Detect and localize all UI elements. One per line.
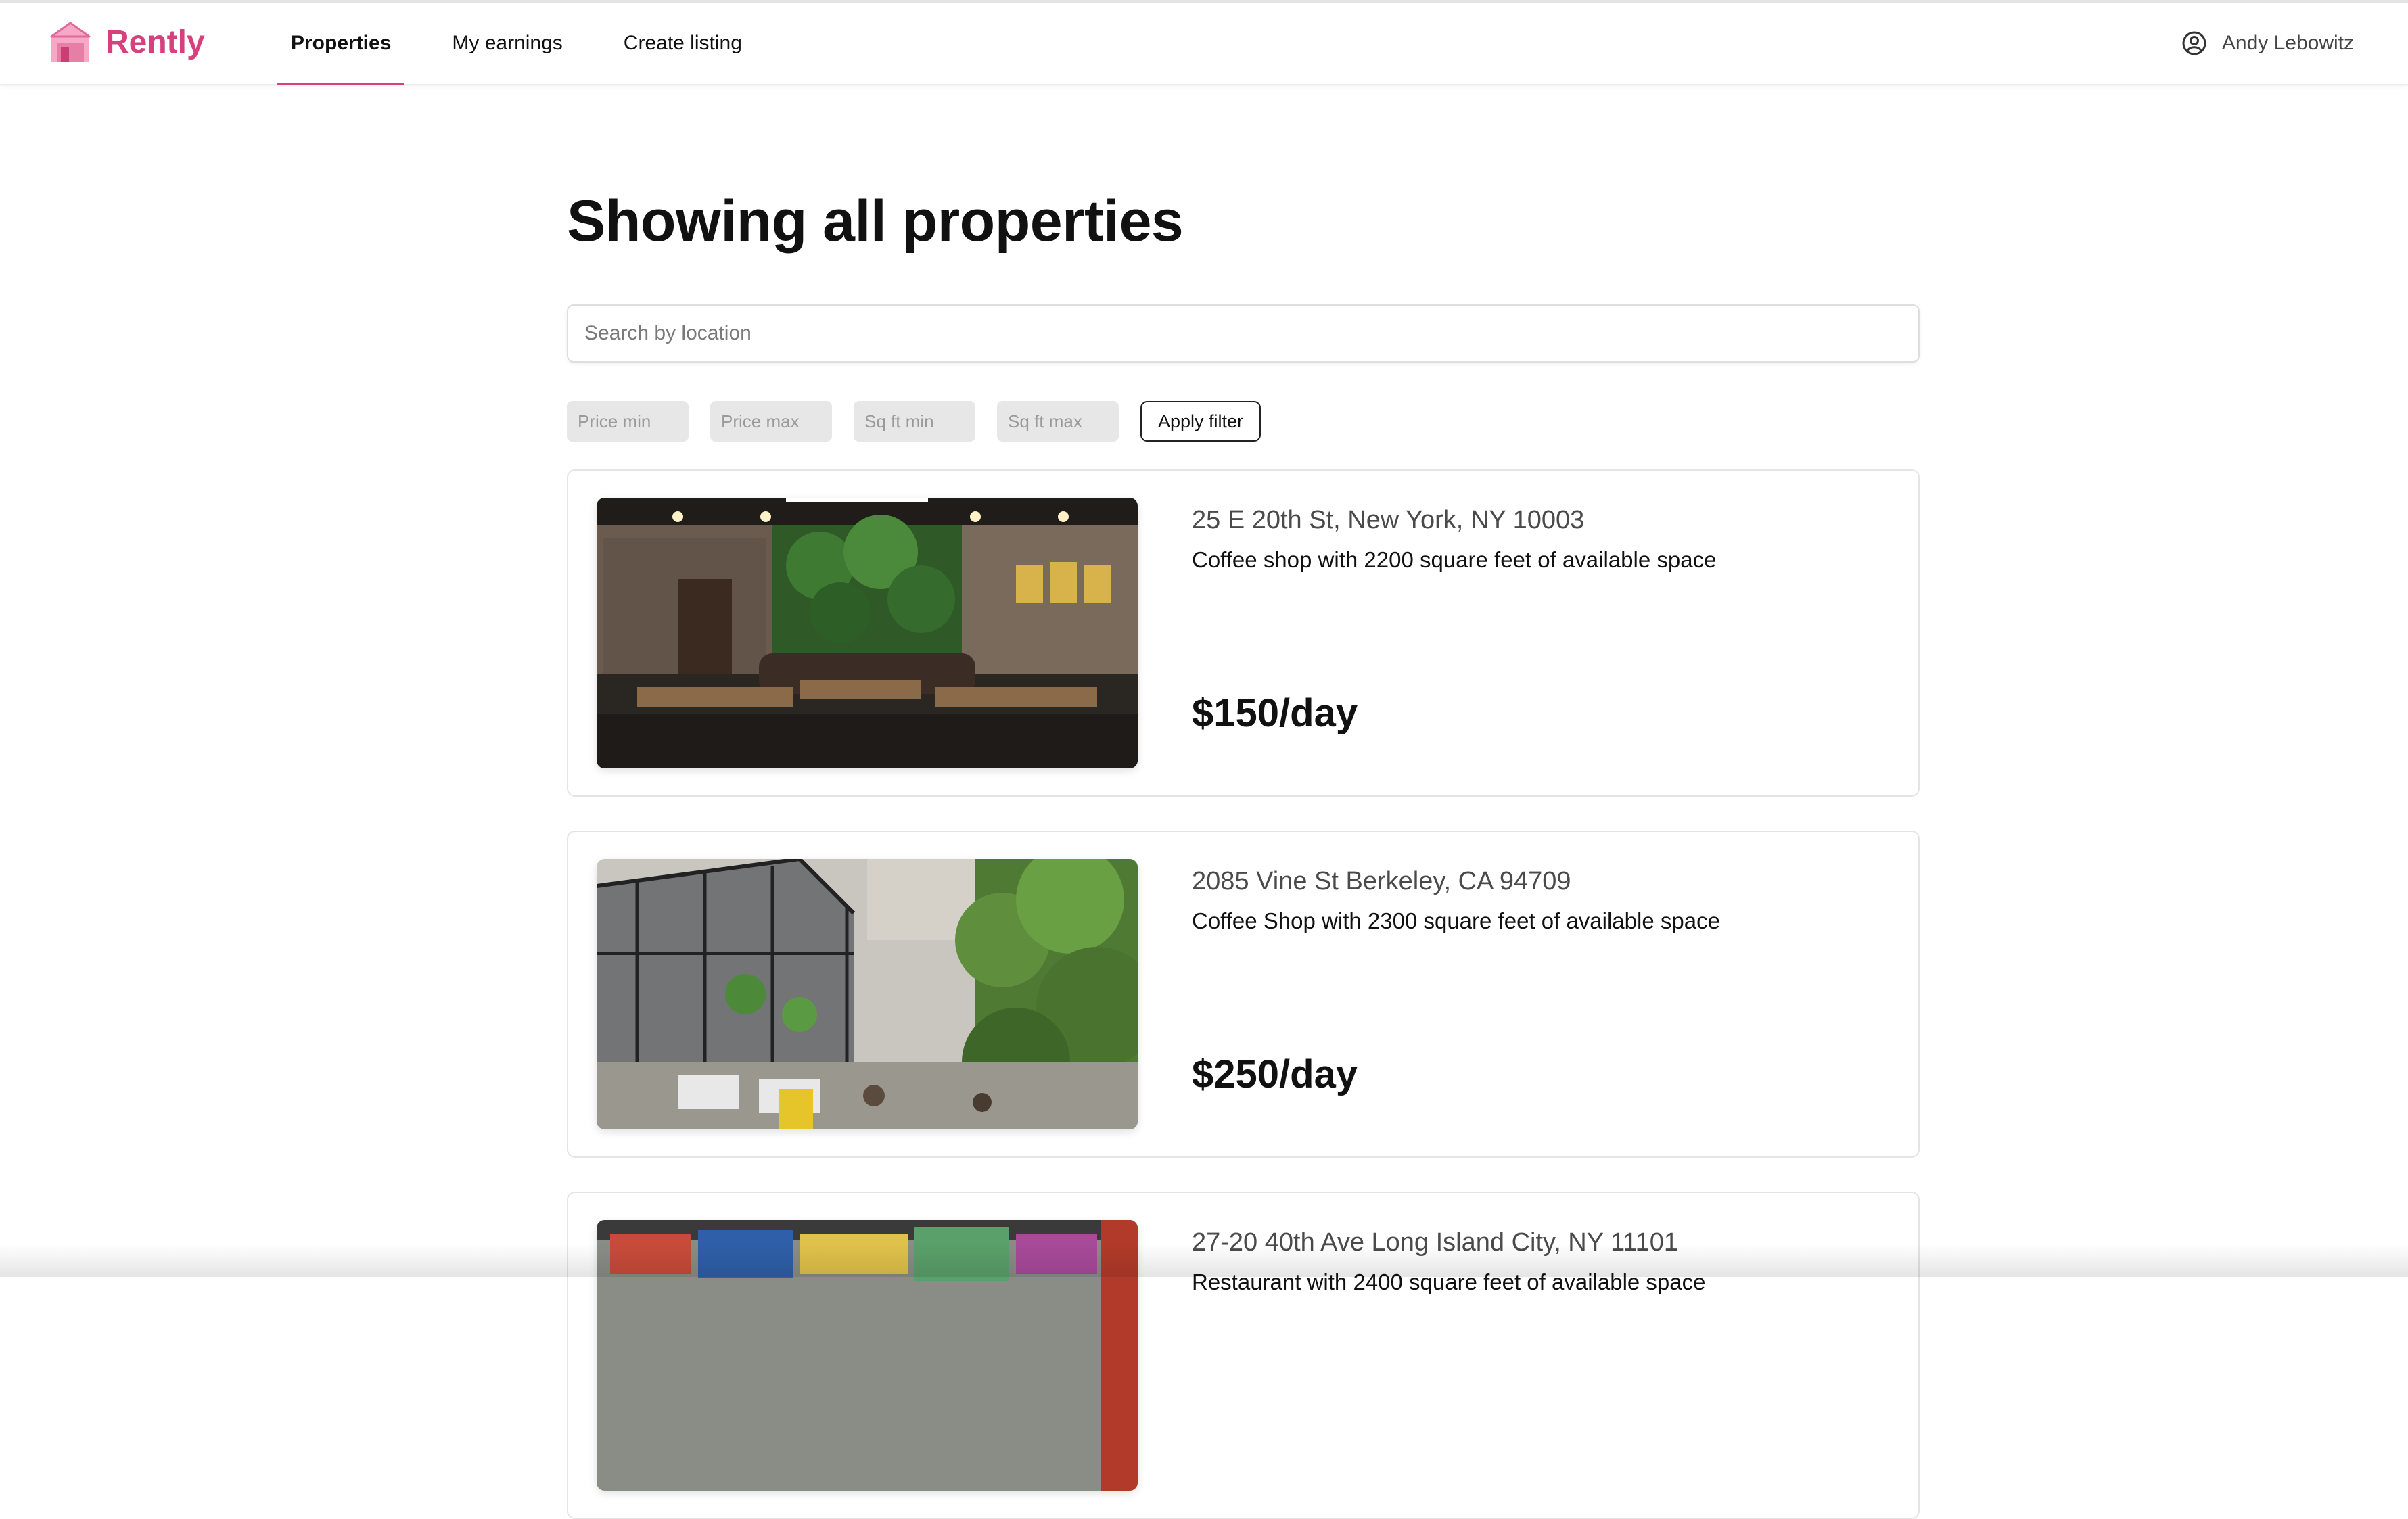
nav-tab-properties[interactable]: Properties bbox=[277, 3, 405, 85]
brand-logo-link[interactable]: Rently bbox=[49, 20, 205, 64]
price-min-input[interactable] bbox=[567, 401, 689, 442]
filter-bar: Apply filter bbox=[567, 401, 1261, 442]
coffee-shop-interior-image bbox=[597, 498, 1138, 768]
location-search-input[interactable] bbox=[567, 304, 1920, 363]
top-navbar: Rently Properties My earnings Create lis… bbox=[0, 3, 2408, 85]
apply-filter-button[interactable]: Apply filter bbox=[1140, 401, 1261, 442]
listing-description: Coffee shop with 2200 square feet of ava… bbox=[1192, 547, 1717, 572]
page-title: Showing all properties bbox=[567, 189, 1184, 254]
listing-description: Coffee Shop with 2300 square feet of ava… bbox=[1192, 908, 1720, 933]
sqft-min-input[interactable] bbox=[854, 401, 975, 442]
sqft-max-input[interactable] bbox=[997, 401, 1119, 442]
listing-photo-graffiti[interactable] bbox=[597, 1220, 1138, 1491]
listing-card[interactable]: 25 E 20th St, New York, NY 10003 Coffee … bbox=[567, 469, 1920, 797]
house-logo-icon bbox=[50, 22, 91, 62]
graffiti-wall-image bbox=[597, 1220, 1138, 1491]
nav-tab-create-listing[interactable]: Create listing bbox=[610, 3, 756, 84]
greenhouse-patio-image bbox=[597, 859, 1138, 1129]
listing-address[interactable]: 27-20 40th Ave Long Island City, NY 1110… bbox=[1192, 1228, 1678, 1257]
nav-tab-my-earnings[interactable]: My earnings bbox=[438, 3, 576, 84]
brand-name: Rently bbox=[106, 24, 205, 60]
user-menu[interactable]: Andy Lebowitz bbox=[2181, 3, 2354, 84]
listing-card[interactable]: 2085 Vine St Berkeley, CA 94709 Coffee S… bbox=[567, 831, 1920, 1158]
listing-photo-greenhouse[interactable] bbox=[597, 859, 1138, 1129]
listing-price: $150/day bbox=[1192, 691, 1358, 735]
listing-address[interactable]: 2085 Vine St Berkeley, CA 94709 bbox=[1192, 867, 1571, 896]
listing-price: $250/day bbox=[1192, 1052, 1358, 1096]
listing-address[interactable]: 25 E 20th St, New York, NY 10003 bbox=[1192, 506, 1584, 535]
listing-photo-coffee-shop[interactable] bbox=[597, 498, 1138, 768]
user-circle-icon bbox=[2182, 31, 2206, 55]
listing-card[interactable]: 27-20 40th Ave Long Island City, NY 1110… bbox=[567, 1192, 1920, 1519]
price-max-input[interactable] bbox=[710, 401, 832, 442]
main-nav: Properties My earnings Create listing bbox=[277, 3, 789, 85]
user-name: Andy Lebowitz bbox=[2221, 32, 2354, 54]
listing-description: Restaurant with 2400 square feet of avai… bbox=[1192, 1269, 1706, 1294]
